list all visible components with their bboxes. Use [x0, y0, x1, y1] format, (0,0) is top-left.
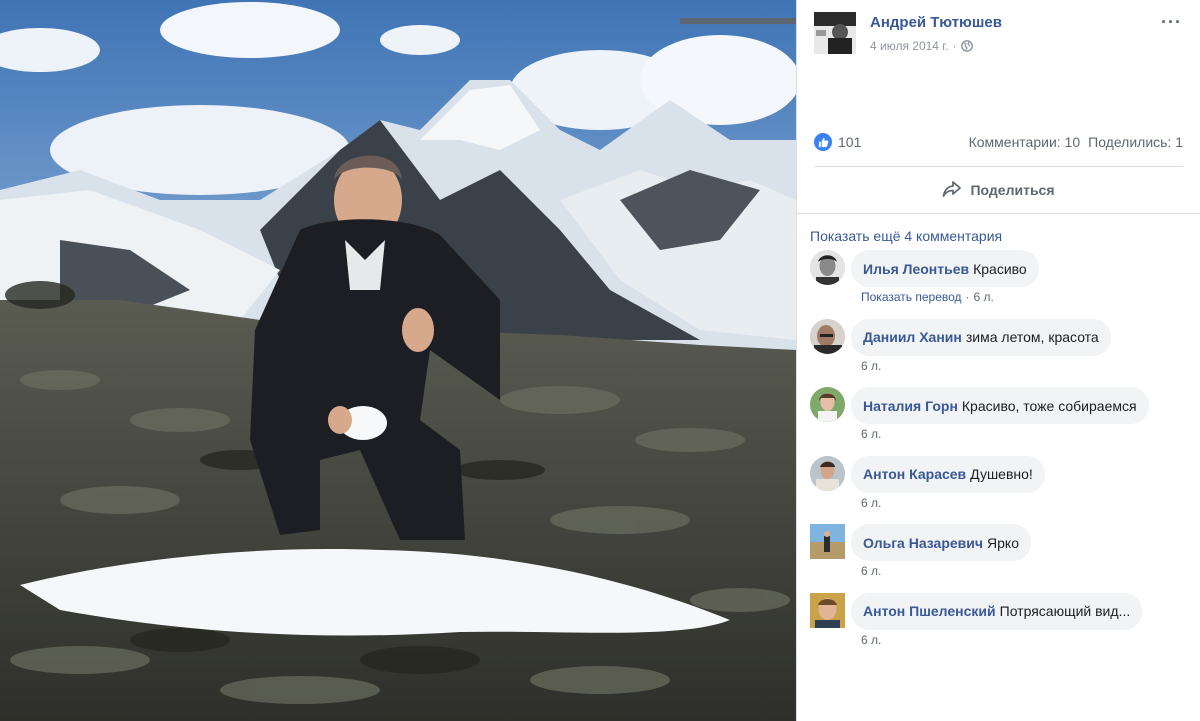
show-translation-link[interactable]: Показать перевод [861, 290, 962, 304]
mountain-photo-image [0, 0, 796, 721]
comment-item: Даниил Ханин зима летом, красота 6 л. [810, 318, 1192, 388]
commenter-avatar[interactable] [810, 592, 845, 628]
comment-time-link[interactable]: 6 л. [861, 633, 881, 647]
comment-text: Потрясающий вид... [999, 603, 1131, 619]
comments-count-link[interactable]: Комментарии: 10 [969, 134, 1081, 150]
comment-item: Наталия Горн Красиво, тоже собираемся 6 … [810, 387, 1192, 456]
commenter-name-link[interactable]: Илья Леонтьев [863, 261, 969, 277]
commenter-avatar[interactable] [810, 455, 845, 491]
comment-time-link[interactable]: 6 л. [861, 359, 881, 373]
comment-meta: 6 л. [861, 496, 881, 510]
comment-bubble: Ольга Назаревич Ярко [851, 524, 1031, 561]
globe-icon [960, 40, 973, 52]
more-icon[interactable]: ··· [1161, 12, 1182, 33]
comment-bubble: Антон Карасев Душевно! [851, 455, 1045, 493]
commenter-avatar[interactable] [810, 524, 845, 559]
comment-bubble: Антон Пшеленский Потрясающий вид... [851, 592, 1143, 630]
like-icon [814, 133, 832, 151]
shares-count-link[interactable]: Поделились: 1 [1088, 134, 1183, 150]
comment-text: зима летом, красота [965, 329, 1099, 345]
commenter-name-link[interactable]: Антон Пшеленский [863, 603, 996, 619]
divider [814, 166, 1183, 167]
comment-meta: Показать перевод · 6 л. [861, 290, 994, 304]
comment-bubble: Наталия Горн Красиво, тоже собираемся [851, 387, 1149, 424]
post-viewer: Андрей Тютюшев 4 июля 2014 г. · ··· 101 … [0, 0, 1200, 721]
likes-count: 101 [838, 134, 862, 150]
comment-item: Илья Леонтьев Красиво Показать перевод · 6… [810, 250, 1192, 319]
comment-meta: 6 л. [861, 359, 881, 373]
meta-separator: · [965, 290, 970, 304]
comment-text: Красиво, тоже собираемся [961, 397, 1137, 414]
comments-list: Илья Леонтьев Красиво Показать перевод · 6… [810, 250, 1192, 661]
comment-meta: 6 л. [861, 564, 881, 578]
meta-separator: · [952, 39, 957, 53]
show-more-comments-link[interactable]: Показать ещё 4 комментария [810, 228, 1002, 244]
comment-time-link[interactable]: 6 л. [861, 496, 881, 510]
share-button[interactable]: Поделиться [797, 172, 1200, 208]
comment-bubble: Даниил Ханин зима летом, красота [851, 318, 1111, 356]
comment-time-link[interactable]: 6 л. [974, 290, 994, 304]
comment-meta: 6 л. [861, 633, 881, 647]
commenter-name-link[interactable]: Наталия Горн [863, 398, 958, 414]
comment-time-link[interactable]: 6 л. [861, 564, 881, 578]
comment-meta: 6 л. [861, 427, 881, 441]
commenter-name-link[interactable]: Антон Карасев [863, 466, 966, 482]
share-icon [942, 180, 962, 201]
commenter-avatar[interactable] [810, 250, 845, 285]
post-photo[interactable] [0, 0, 796, 721]
comment-time-link[interactable]: 6 л. [861, 427, 881, 441]
post-meta: 4 июля 2014 г. · [870, 39, 973, 53]
comment-bubble: Илья Леонтьев Красиво [851, 250, 1039, 287]
likes-summary[interactable]: 101 [814, 133, 861, 151]
comment-text: Красиво [973, 260, 1027, 277]
engagement-counts: Комментарии: 10 Поделились: 1 [969, 134, 1183, 150]
reaction-stats: 101 Комментарии: 10 Поделились: 1 [814, 130, 1183, 154]
commenter-name-link[interactable]: Даниил Ханин [863, 329, 962, 345]
commenter-avatar[interactable] [810, 318, 845, 354]
post-details-panel: Андрей Тютюшев 4 июля 2014 г. · ··· 101 … [796, 0, 1200, 721]
author-avatar[interactable] [814, 12, 856, 54]
post-date-link[interactable]: 4 июля 2014 г. [870, 39, 949, 53]
author-name-link[interactable]: Андрей Тютюшев [870, 14, 1002, 31]
commenter-avatar[interactable] [810, 387, 845, 422]
comment-item: Антон Пшеленский Потрясающий вид... 6 л. [810, 592, 1192, 662]
commenter-name-link[interactable]: Ольга Назаревич [863, 535, 983, 551]
comment-item: Антон Карасев Душевно! 6 л. [810, 455, 1192, 525]
comment-item: Ольга Назаревич Ярко 6 л. [810, 524, 1192, 593]
comment-text: Душевно! [970, 466, 1033, 482]
post-header: Андрей Тютюшев 4 июля 2014 г. · ··· [814, 12, 1188, 56]
share-label: Поделиться [970, 182, 1055, 198]
comment-text: Ярко [987, 534, 1019, 551]
divider [797, 213, 1200, 214]
